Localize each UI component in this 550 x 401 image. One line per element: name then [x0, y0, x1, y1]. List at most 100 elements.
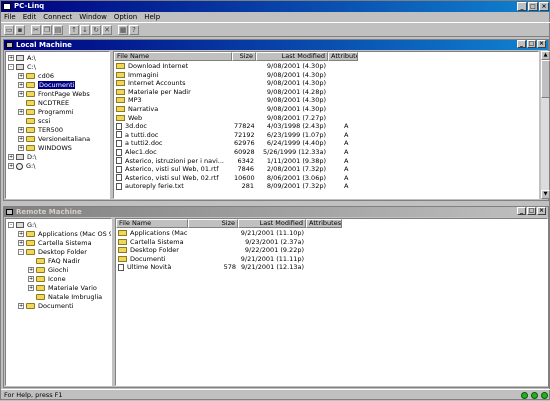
file-row[interactable]: a tutti.doc 72192 6/23/1999 (1.07p) A [114, 131, 358, 139]
expander[interactable]: + [18, 82, 24, 88]
minimize-button[interactable]: _ [517, 2, 527, 11]
open-icon[interactable]: ▭ [4, 25, 14, 35]
tree-node[interactable]: + Cartella Sistema [18, 239, 92, 247]
file-row[interactable]: Internet Accounts 9/08/2001 (4.30p) [114, 79, 358, 87]
remote-pane-titlebar[interactable]: Remote Machine _ □ × [4, 207, 548, 217]
menu-option[interactable]: Option [114, 12, 137, 22]
remote-close-button[interactable]: × [537, 207, 546, 215]
expander[interactable]: + [18, 231, 24, 237]
expander[interactable]: + [18, 73, 24, 79]
tree-node[interactable]: NCDTREE [18, 99, 69, 107]
file-row[interactable]: Download Internet 9/08/2001 (4.30p) [114, 62, 358, 70]
tree-node[interactable]: - G:\ [8, 221, 36, 229]
scroll-down-icon[interactable]: ▼ [541, 190, 550, 199]
column-header-size[interactable]: Size [188, 219, 238, 228]
file-row[interactable]: Narrativa 9/08/2001 (4.30p) [114, 105, 358, 113]
expander[interactable]: - [8, 64, 14, 70]
menu-connect[interactable]: Connect [43, 12, 72, 22]
remote-minimize-button[interactable]: _ [517, 207, 526, 215]
refresh-icon[interactable]: ↻ [91, 25, 101, 35]
save-icon[interactable]: ▪ [15, 25, 25, 35]
cut-icon[interactable]: ✂ [31, 25, 41, 35]
tree-node[interactable]: + D:\ [8, 153, 36, 161]
column-header-name[interactable]: File Name [116, 219, 188, 228]
help-icon[interactable]: ? [129, 25, 139, 35]
scroll-up-icon[interactable]: ▲ [541, 51, 550, 60]
file-row[interactable]: Ultime Novità 578 9/21/2001 (12.13a) [116, 263, 342, 271]
tree-node[interactable]: + VersioneItaliana [18, 135, 90, 143]
file-row[interactable]: Desktop Folder 9/22/2001 (9.22p) [116, 246, 342, 254]
menu-window[interactable]: Window [79, 12, 107, 22]
tree-node[interactable]: Natale Imbruglia [28, 293, 102, 301]
expander[interactable]: + [8, 163, 14, 169]
column-header-name[interactable]: File Name [114, 52, 232, 61]
column-header-size[interactable]: Size [232, 52, 256, 61]
local-maximize-button[interactable]: □ [527, 40, 536, 48]
tree-node[interactable]: + FrontPage Webs [18, 90, 90, 98]
download-icon[interactable]: ↓ [80, 25, 90, 35]
expander[interactable]: + [18, 240, 24, 246]
file-row[interactable]: Asterico, visti sul Web, 01.rtf 7846 2/08/… [114, 165, 358, 173]
tree-node[interactable]: + WINDOWS [18, 144, 72, 152]
expander[interactable]: + [18, 127, 24, 133]
file-row[interactable]: Immagini 9/08/2001 (4.30p) [114, 71, 358, 79]
remote-maximize-button[interactable]: □ [527, 207, 536, 215]
remote-file-list[interactable]: File Name Size Last Modified Attributes … [115, 218, 548, 386]
tree-node[interactable]: + TER500 [18, 126, 63, 134]
local-pane-titlebar[interactable]: Local Machine _ □ × [4, 40, 548, 50]
expander[interactable]: + [28, 267, 34, 273]
tree-node[interactable]: + Materiale Vario [28, 284, 97, 292]
expander[interactable]: + [18, 109, 24, 115]
column-header-attributes[interactable]: Attributes [306, 219, 342, 228]
copy-icon[interactable]: ❐ [42, 25, 52, 35]
tree-node[interactable]: + A:\ [8, 54, 36, 62]
tree-node[interactable]: + Documenti [18, 81, 76, 89]
tree-node[interactable]: + cd06 [18, 72, 54, 80]
file-row[interactable]: Web 9/08/2001 (7.27p) [114, 114, 358, 122]
tree-node[interactable]: + Giochi [28, 266, 68, 274]
local-folder-tree[interactable]: + A:\ - C:\ + cd06 + Documenti + FrontPage We… [5, 51, 110, 199]
expander[interactable]: + [28, 276, 34, 282]
column-header-modified[interactable]: Last Modified [238, 219, 306, 228]
tree-node[interactable]: + Applications (Mac OS 9) [18, 230, 111, 238]
menu-edit[interactable]: Edit [23, 12, 37, 22]
file-row[interactable]: Asterico, istruzioni per i navi... 6342 1/… [114, 157, 358, 165]
file-row[interactable]: Asterico, visti sul Web, 02.rtf 10600 8/06… [114, 174, 358, 182]
file-row[interactable]: 3d.doc 77824 4/03/1998 (2.43p) A [114, 122, 358, 130]
expander[interactable]: + [8, 154, 14, 160]
expander[interactable]: + [18, 91, 24, 97]
expander[interactable]: + [18, 136, 24, 142]
file-row[interactable]: Applications (Mac O... 9/21/2001 (11.10p) [116, 229, 342, 237]
scroll-thumb[interactable] [541, 60, 550, 98]
expander[interactable]: + [28, 285, 34, 291]
file-row[interactable]: Alec1.doc 60928 5/26/1999 (12.33a) A [114, 148, 358, 156]
tree-node[interactable]: + Documenti [18, 302, 73, 310]
column-header-attributes[interactable]: Attributes [328, 52, 358, 61]
tree-node[interactable]: - C:\ [8, 63, 36, 71]
tree-node[interactable]: + G:\ [8, 162, 35, 170]
local-vertical-scrollbar[interactable]: ▲ ▼ [540, 51, 550, 199]
file-row[interactable]: Documenti 9/21/2001 (11.11p) [116, 255, 342, 263]
close-button[interactable]: × [539, 2, 549, 11]
tree-node[interactable]: + Icone [28, 275, 66, 283]
file-row[interactable]: autoreply ferie.txt 281 8/09/2001 (7.32p) A [114, 182, 358, 190]
file-row[interactable] [114, 191, 358, 198]
tree-node[interactable]: scsi [18, 117, 50, 125]
expander[interactable]: + [18, 145, 24, 151]
tree-node[interactable]: + Programmi [18, 108, 74, 116]
file-row[interactable]: Cartella Sistema 9/23/2001 (2.37a) [116, 238, 342, 246]
menu-help[interactable]: Help [144, 12, 160, 22]
expander[interactable]: - [8, 222, 14, 228]
expander[interactable]: + [8, 55, 14, 61]
delete-icon[interactable]: ✕ [102, 25, 112, 35]
upload-icon[interactable]: ↑ [69, 25, 79, 35]
file-row[interactable]: a tutti2.doc 62976 6/24/1999 (4.40p) A [114, 139, 358, 147]
tree-node[interactable]: - Desktop Folder [18, 248, 87, 256]
tree-node[interactable]: FAQ Nadir [28, 257, 80, 265]
file-row[interactable]: Materiale per Nadir 9/08/2001 (4.28p) [114, 88, 358, 96]
file-row[interactable]: MP3 9/08/2001 (4.30p) [114, 96, 358, 104]
local-file-list[interactable]: File Name Size Last Modified Attributes … [113, 51, 539, 199]
menu-file[interactable]: File [4, 12, 16, 22]
column-header-modified[interactable]: Last Modified [256, 52, 328, 61]
remote-folder-tree[interactable]: - G:\ + Applications (Mac OS 9) + Cartella … [5, 218, 112, 386]
